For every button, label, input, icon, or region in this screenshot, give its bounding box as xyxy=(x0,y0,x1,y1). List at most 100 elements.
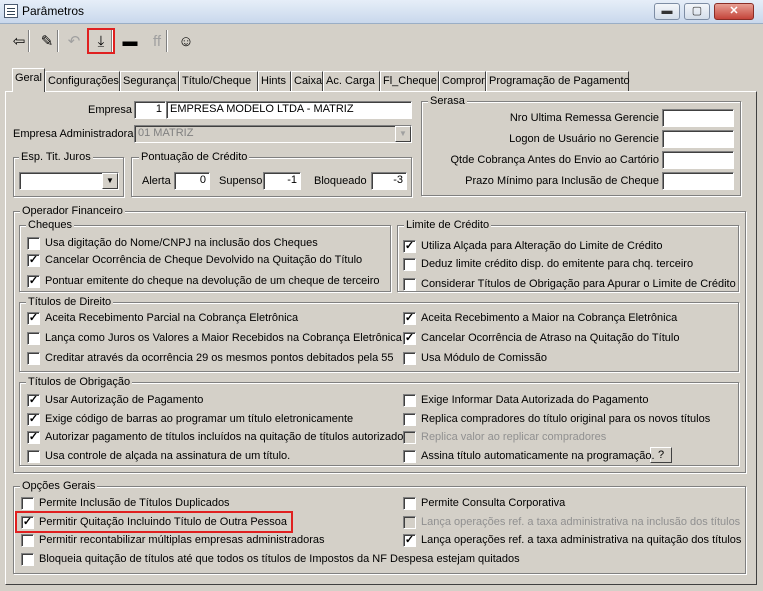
save-icon: ⤓ xyxy=(97,32,105,50)
checkbox-row[interactable]: Permite Inclusão de Títulos Duplicados xyxy=(21,495,230,511)
tab-compror[interactable]: Compror xyxy=(439,71,486,91)
supenso-label: Supenso xyxy=(219,175,263,187)
checkbox-row[interactable]: Permitir recontabilizar múltiplas empres… xyxy=(21,532,325,548)
checkbox-unchecked[interactable] xyxy=(27,331,40,345)
title-bar: Parâmetros ▬ ▢ ✕ xyxy=(0,0,763,24)
toolbar-separator xyxy=(111,30,113,52)
checkbox-row[interactable]: ✓ Aceita Recebimento a Maior na Cobrança … xyxy=(403,310,677,326)
checkbox-checked[interactable]: ✓ xyxy=(27,393,40,407)
checkbox-unchecked[interactable] xyxy=(403,257,416,271)
checkbox-row[interactable]: Creditar através da ocorrência 29 os mes… xyxy=(27,350,394,366)
checkbox-unchecked[interactable] xyxy=(403,393,416,407)
checkbox-row[interactable]: Usa digitação do Nome/CNPJ na inclusão d… xyxy=(27,235,318,251)
tab-geral[interactable]: Geral xyxy=(12,68,45,92)
checkbox-row[interactable]: ✓ Pontuar emitente do cheque na devolução… xyxy=(27,273,380,289)
checkbox-label: Aceita Recebimento a Maior na Cobrança E… xyxy=(421,312,678,324)
minimize-button[interactable]: ▬ xyxy=(654,3,680,20)
checkbox-unchecked[interactable] xyxy=(403,449,416,463)
tab-caixa[interactable]: Caixa xyxy=(291,71,323,91)
check-mark-icon: ✓ xyxy=(28,274,39,287)
checkbox-unchecked[interactable] xyxy=(403,412,416,426)
tab-hints[interactable]: Hints xyxy=(258,71,291,91)
checkbox-unchecked[interactable] xyxy=(21,533,34,547)
empresa-adm-select[interactable]: 01 MATRIZ xyxy=(134,125,412,143)
limite-credito-label: Limite de Crédito xyxy=(404,219,492,231)
checkbox-row[interactable]: Assina título automaticamente na program… xyxy=(403,448,655,464)
checkbox-row[interactable]: ✓ Autorizar pagamento de títulos incluído… xyxy=(27,429,409,445)
checkbox-label: Lança operações ref. a taxa administrati… xyxy=(421,534,742,546)
checkbox-row[interactable]: ✓ Cancelar Ocorrência de Atraso na Quitaç… xyxy=(403,330,679,346)
checkbox-unchecked[interactable] xyxy=(27,351,40,365)
checkbox-row[interactable]: Replica valor ao replicar compradores xyxy=(403,429,606,445)
checkbox-row[interactable]: Lança como Juros os Valores a Maior Rece… xyxy=(27,330,402,346)
empresa-name-field[interactable]: EMPRESA MODELO LTDA - MATRIZ xyxy=(166,101,412,119)
checkbox-label: Cancelar Ocorrência de Cheque Devolvido … xyxy=(45,254,363,266)
checkbox-row[interactable]: Bloqueia quitação de títulos até que tod… xyxy=(21,551,520,567)
checkbox-label: Lança como Juros os Valores a Maior Rece… xyxy=(45,332,402,344)
tab-configuracoes[interactable]: Configurações xyxy=(45,71,120,91)
checkbox-row[interactable]: Usa controle de alçada na assinatura de … xyxy=(27,448,290,464)
checkbox-checked[interactable]: ✓ xyxy=(27,274,40,288)
chevron-down-icon[interactable]: ▼ xyxy=(102,173,118,189)
checkbox-checked[interactable]: ✓ xyxy=(27,430,40,444)
maximize-button[interactable]: ▢ xyxy=(684,3,710,20)
checkbox-checked[interactable]: ✓ xyxy=(403,311,416,325)
checkbox-checked[interactable]: ✓ xyxy=(27,412,40,426)
checkbox-row[interactable]: Exige Informar Data Autorizada do Pagame… xyxy=(403,392,648,408)
serasa-field-label: Qtde Cobrança Antes do Envio ao Cartório xyxy=(450,154,659,166)
checkbox-checked[interactable]: ✓ xyxy=(27,311,40,325)
close-button[interactable]: ✕ xyxy=(714,3,754,20)
undo-button[interactable]: ↶ xyxy=(60,28,88,54)
checkbox-row[interactable]: Usa Módulo de Comissão xyxy=(403,350,547,366)
tab-titulo-cheque[interactable]: Título/Cheque xyxy=(179,71,258,91)
checkbox-row[interactable]: Deduz limite crédito disp. do emitente p… xyxy=(403,256,693,272)
checkbox-row[interactable]: ✓ Cancelar Ocorrência de Cheque Devolvido… xyxy=(27,252,362,268)
tab-seguranca[interactable]: Segurança xyxy=(120,71,179,91)
tab-programacao-de-pagamento[interactable]: Programação de Pagamento xyxy=(486,71,630,91)
chevron-down-icon[interactable]: ▼ xyxy=(395,126,411,142)
checkbox-unchecked[interactable] xyxy=(27,236,40,250)
alerta-field[interactable]: 0 xyxy=(174,172,210,190)
user-button[interactable]: ☺ xyxy=(172,28,200,54)
checkbox-row[interactable]: Considerar Títulos de Obrigação para Apu… xyxy=(403,276,736,292)
tab-fl-cheque[interactable]: Fl_Cheque xyxy=(380,71,439,91)
checkbox-unchecked[interactable] xyxy=(21,496,34,510)
alerta-label: Alerta xyxy=(142,175,171,187)
checkbox-label: Replica compradores do título original p… xyxy=(421,413,711,425)
checkbox-row[interactable]: ✓ Usar Autorização de Pagamento xyxy=(27,392,203,408)
checkbox-checked[interactable]: ✓ xyxy=(27,253,40,267)
checkbox-checked[interactable]: ✓ xyxy=(403,239,416,253)
checkbox-row[interactable]: ✓ Exige código de barras ao programar um … xyxy=(27,411,353,427)
checkbox-row[interactable]: Lança operações ref. a taxa administrati… xyxy=(403,514,740,530)
supenso-field[interactable]: -1 xyxy=(263,172,301,190)
tab-ac-carga[interactable]: Ac. Carga xyxy=(323,71,380,91)
checkbox-row[interactable]: ✓ Permitir Quitação Incluindo Título de O… xyxy=(15,511,294,533)
checkbox-unchecked[interactable] xyxy=(403,430,416,444)
bloqueado-field[interactable]: -3 xyxy=(371,172,407,190)
serasa-field-input[interactable] xyxy=(662,109,734,127)
checkbox-checked[interactable]: ✓ xyxy=(403,533,416,547)
checkbox-label: Usa Módulo de Comissão xyxy=(421,352,547,364)
checkbox-unchecked[interactable] xyxy=(21,552,34,566)
serasa-field-input[interactable] xyxy=(662,130,734,148)
checkbox-checked[interactable]: ✓ xyxy=(403,331,416,345)
checkbox-unchecked[interactable] xyxy=(403,496,416,510)
check-mark-icon: ✓ xyxy=(28,393,39,406)
serasa-field-label: Nro Ultima Remessa Gerencie xyxy=(509,112,659,124)
empresa-code-field[interactable]: 1 xyxy=(134,101,166,119)
checkbox-checked[interactable]: ✓ xyxy=(21,515,34,529)
window-title: Parâmetros xyxy=(22,4,85,18)
checkbox-row[interactable]: ✓ Aceita Recebimento Parcial na Cobrança … xyxy=(27,310,298,326)
checkbox-row[interactable]: Permite Consulta Corporativa xyxy=(403,495,565,511)
checkbox-row[interactable]: ✓ Utiliza Alçada para Alteração do Limite… xyxy=(403,238,663,254)
checkbox-unchecked[interactable] xyxy=(403,351,416,365)
checkbox-row[interactable]: Replica compradores do título original p… xyxy=(403,411,710,427)
checkbox-unchecked[interactable] xyxy=(27,449,40,463)
checkbox-unchecked[interactable] xyxy=(403,277,416,291)
checkbox-row[interactable]: ✓ Lança operações ref. a taxa administrat… xyxy=(403,532,741,548)
serasa-field-input[interactable] xyxy=(662,151,734,169)
checkbox-unchecked[interactable] xyxy=(403,515,416,529)
serasa-field-input[interactable] xyxy=(662,172,734,190)
serasa-label: Serasa xyxy=(428,95,467,107)
cancel-button[interactable]: ▬ xyxy=(116,28,144,54)
